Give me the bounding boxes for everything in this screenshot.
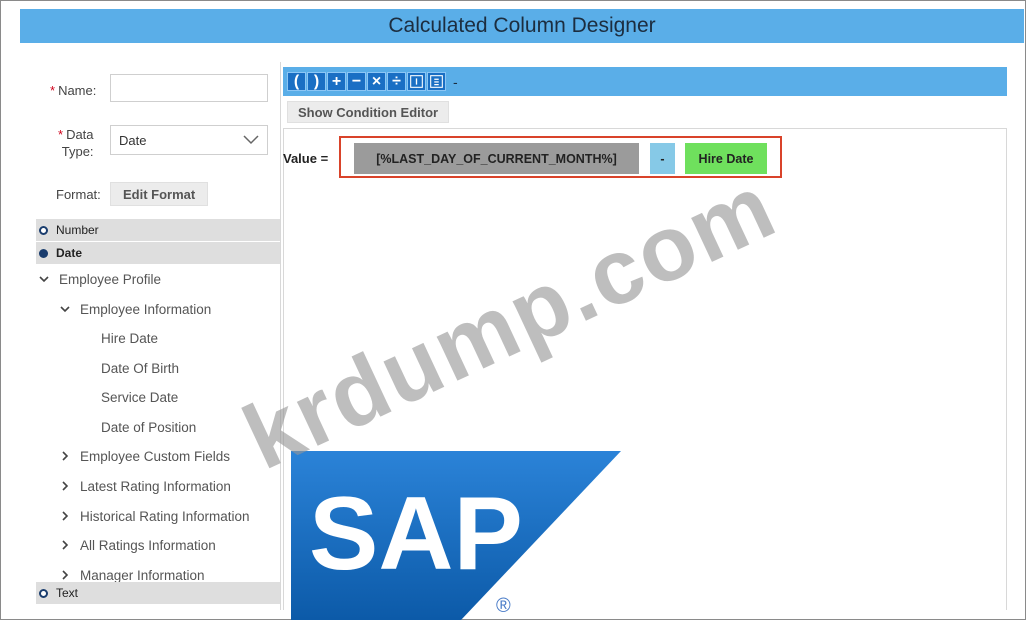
- name-label: * Name:: [50, 82, 96, 99]
- tree-label: Service Date: [101, 389, 179, 405]
- window-title-bar: Calculated Column Designer: [20, 9, 1024, 43]
- multiply-button[interactable]: ×: [367, 72, 386, 91]
- tree-item-employee-profile[interactable]: Employee Profile: [38, 269, 161, 289]
- tree-label: All Ratings Information: [80, 537, 216, 553]
- show-condition-editor-button[interactable]: Show Condition Editor: [287, 101, 450, 123]
- chevron-down-icon: [243, 133, 259, 148]
- sap-logo: SAP: [291, 451, 621, 620]
- required-marker: *: [58, 127, 64, 142]
- minus-button[interactable]: −: [347, 72, 366, 91]
- edit-format-button[interactable]: Edit Format: [110, 182, 209, 206]
- data-type-select[interactable]: Date: [110, 125, 268, 155]
- tree-item-all-ratings-information[interactable]: All Ratings Information: [59, 535, 216, 555]
- chevron-right-icon: [59, 539, 71, 551]
- number-icon-button[interactable]: [407, 72, 426, 91]
- number-icon: [410, 75, 423, 88]
- panel-divider: [280, 62, 281, 610]
- required-marker: *: [50, 83, 56, 98]
- radio-icon: [39, 225, 48, 235]
- function-icon: [430, 75, 443, 88]
- left-panel: * Name: * Data Type: Date Format: Edit For…: [36, 62, 280, 610]
- tree-label: Latest Rating Information: [80, 478, 231, 494]
- field-token[interactable]: Hire Date: [685, 143, 767, 174]
- function-token[interactable]: [%LAST_DAY_OF_CURRENT_MONTH%]: [354, 143, 639, 174]
- close-paren-button[interactable]: ): [307, 72, 326, 91]
- tree-item-date-of-birth[interactable]: Date Of Birth: [101, 358, 179, 378]
- tree-label: Hire Date: [101, 330, 159, 346]
- category-text-label: Text: [56, 586, 79, 600]
- category-number-label: Number: [56, 223, 99, 237]
- tree-item-hire-date[interactable]: Hire Date: [101, 328, 158, 348]
- category-date[interactable]: Date: [36, 242, 280, 264]
- tree-label: Employee Custom Fields: [80, 448, 231, 464]
- data-type-label-line2: Type:: [61, 144, 94, 159]
- chevron-right-icon: [59, 510, 71, 522]
- data-type-label: * Data Type:: [58, 126, 94, 160]
- data-type-label-line1: Data: [66, 127, 94, 142]
- name-input[interactable]: [110, 74, 268, 102]
- tree-item-historical-rating-information[interactable]: Historical Rating Information: [59, 506, 250, 526]
- name-label-text: Name:: [58, 83, 97, 98]
- tree-item-employee-custom-fields[interactable]: Employee Custom Fields: [59, 446, 230, 466]
- operator-toolbar: ( ) + − × ÷ -: [283, 67, 1007, 96]
- value-label: Value =: [283, 151, 329, 166]
- window-title: Calculated Column Designer: [388, 14, 656, 37]
- divide-button[interactable]: ÷: [387, 72, 406, 91]
- chevron-down-icon: [38, 273, 50, 285]
- tree-item-date-of-position[interactable]: Date of Position: [101, 417, 196, 437]
- category-text[interactable]: Text: [36, 582, 280, 604]
- data-type-value: Date: [119, 132, 147, 148]
- format-label: Format:: [56, 187, 101, 202]
- function-icon-button[interactable]: [427, 72, 446, 91]
- tree-item-employee-information[interactable]: Employee Information: [59, 299, 211, 319]
- chevron-right-icon: [59, 569, 71, 581]
- tree-item-service-date[interactable]: Service Date: [101, 387, 178, 407]
- tree-label: Employee Information: [80, 301, 212, 317]
- radio-icon: [39, 588, 48, 598]
- tree-label: Manager Information: [80, 567, 205, 583]
- tree-label: Date Of Birth: [101, 360, 180, 376]
- open-paren-button[interactable]: (: [287, 72, 306, 91]
- plus-button[interactable]: +: [327, 72, 346, 91]
- registered-mark: ®: [496, 595, 511, 617]
- operator-token[interactable]: -: [650, 143, 675, 174]
- category-number[interactable]: Number: [36, 219, 280, 241]
- chevron-right-icon: [59, 450, 71, 462]
- tree-label: Employee Profile: [59, 271, 162, 287]
- chevron-right-icon: [59, 480, 71, 492]
- tree-label: Date of Position: [101, 419, 197, 435]
- sap-logo-text: SAP: [309, 476, 523, 592]
- toolbar-dash: -: [453, 73, 458, 90]
- chevron-down-icon: [59, 303, 71, 315]
- category-date-label: Date: [56, 246, 83, 260]
- radio-selected-icon: [39, 248, 48, 258]
- tree-item-latest-rating-information[interactable]: Latest Rating Information: [59, 476, 231, 496]
- tree-label: Historical Rating Information: [80, 508, 250, 524]
